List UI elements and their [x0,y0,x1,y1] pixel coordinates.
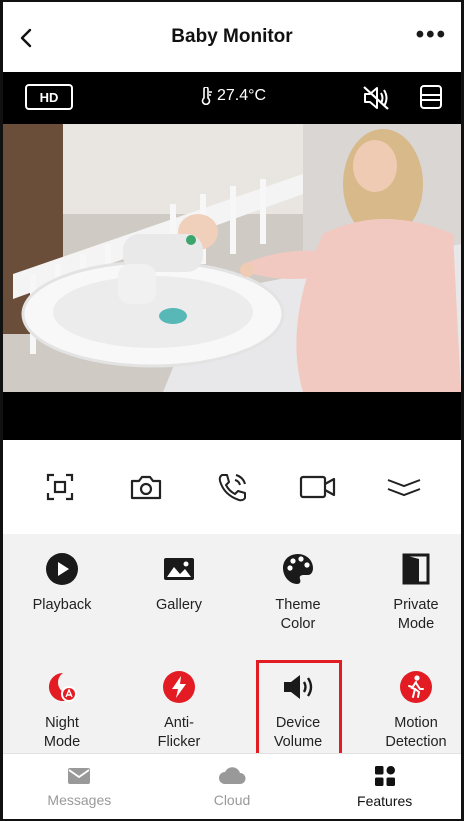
gallery-icon [164,558,194,580]
app-frame: Baby Monitor ••• HD 27.4°C Playback Gall… [0,0,464,821]
record-button[interactable] [298,467,338,507]
video-player[interactable]: HD 27.4°C [3,72,461,440]
page-title: Baby Monitor [171,26,293,47]
private-mode-icon [402,553,430,585]
camera-icon [130,475,162,500]
play-icon [46,553,78,585]
layout-icon[interactable] [419,84,443,110]
feature-label: Private Mode [393,597,439,632]
tab-label: Messages [47,791,112,808]
feature-label: Theme Color [275,597,321,632]
playback-controls [3,440,461,534]
feature-theme-color[interactable]: Theme Color [240,552,356,634]
feature-label: Night Mode [43,715,81,750]
highlight-box [256,660,342,760]
speaker-muted-icon[interactable] [361,84,391,112]
feature-playback[interactable]: Playback [4,552,120,615]
flash-icon [163,671,195,703]
talk-icon [218,474,246,502]
feature-label: Gallery [156,597,202,613]
cloud-icon [219,766,246,784]
feature-label: Playback [32,597,92,613]
night-mode-icon [48,672,77,702]
feature-label: Motion Detection [385,715,447,750]
top-bar: Baby Monitor ••• [3,2,461,72]
motion-icon [400,671,432,703]
hd-quality-button[interactable]: HD [25,84,73,110]
features-icon [374,765,395,786]
temperature-value: 27.4°C [217,87,267,104]
fullscreen-button[interactable] [40,467,80,507]
messages-icon [68,767,91,784]
feature-private-mode[interactable]: Private Mode [358,552,461,634]
collapse-icon [387,479,421,497]
collapse-button[interactable] [384,467,424,507]
feature-night-mode[interactable]: Night Mode [4,670,120,752]
tab-messages[interactable]: Messages [3,754,156,819]
temperature-readout: 27.4°C [199,87,266,105]
talk-button[interactable] [212,467,252,507]
feature-motion-detection[interactable]: Motion Detection [358,670,461,752]
feature-label: Anti- Flicker [157,715,201,750]
tab-label: Features [357,792,413,809]
bottom-tab-bar: Messages Cloud Features [3,753,461,819]
video-toolbar: HD 27.4°C [3,72,461,124]
live-video-feed [3,124,461,392]
feature-anti-flicker[interactable]: Anti- Flicker [121,670,237,752]
tab-cloud[interactable]: Cloud [156,754,309,819]
snapshot-button[interactable] [126,467,166,507]
palette-icon [283,554,313,584]
feature-gallery[interactable]: Gallery [121,552,237,615]
tab-features[interactable]: Features [308,754,461,819]
more-options-icon[interactable]: ••• [416,23,447,47]
fullscreen-icon [46,473,74,501]
thermometer-icon [201,87,212,105]
tab-label: Cloud [213,791,251,808]
record-icon [299,475,336,499]
back-icon[interactable] [17,28,37,48]
